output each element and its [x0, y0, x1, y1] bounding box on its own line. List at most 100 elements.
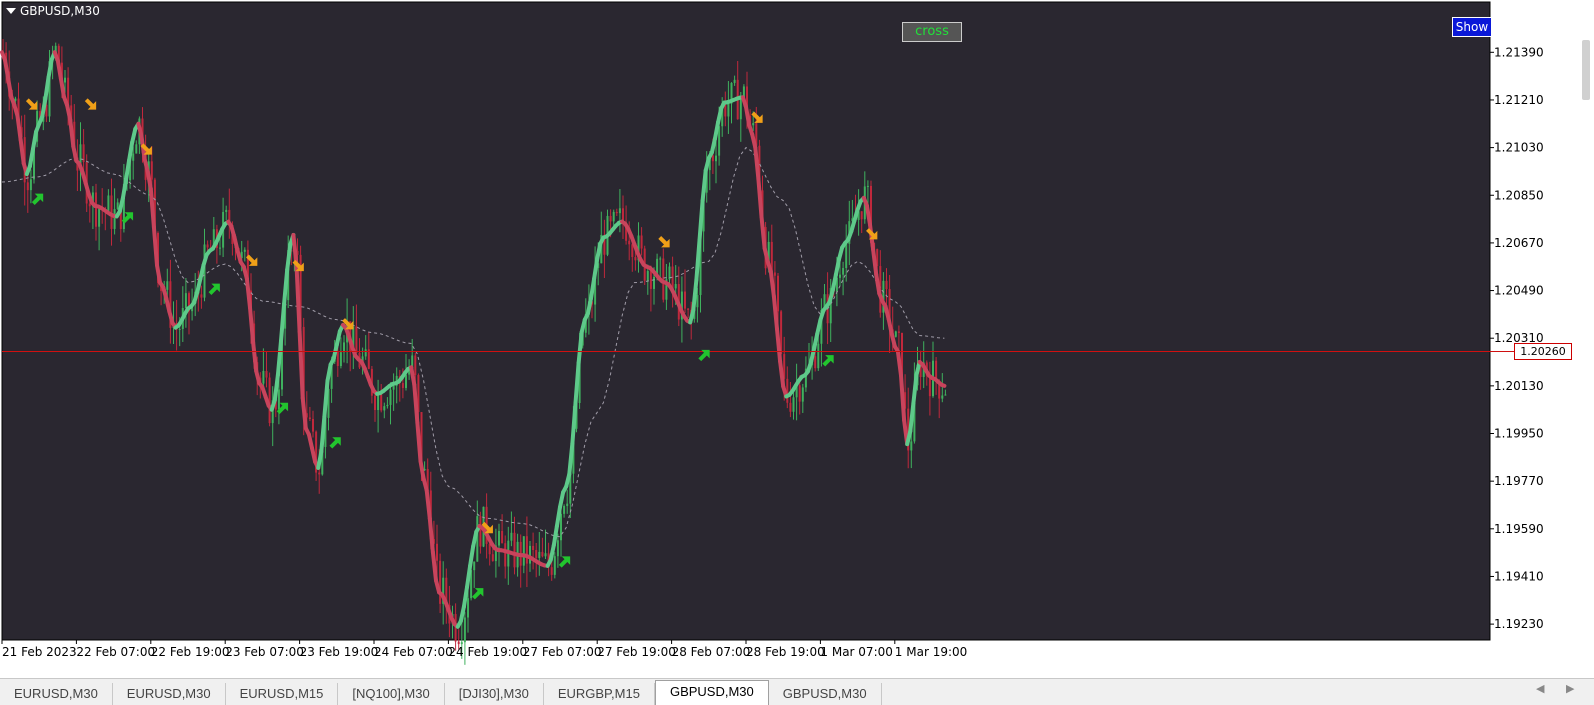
candle-body [464, 617, 466, 642]
candle-body [117, 202, 119, 209]
y-tick-label: 1.20490 [1494, 284, 1544, 298]
candle-body [473, 562, 475, 571]
y-tick-label: 1.21390 [1494, 45, 1544, 59]
candle-body [461, 642, 463, 644]
x-tick-label: 22 Feb 07:00 [76, 645, 155, 659]
cross-label: cross [902, 22, 962, 42]
tab-eurusd-m15-2[interactable]: EURUSD,M15 [226, 683, 339, 705]
candle-body [179, 329, 181, 330]
tab-gbpusd-m30-7[interactable]: GBPUSD,M30 [769, 683, 882, 705]
candle-body [941, 395, 943, 398]
candle-body [529, 546, 531, 564]
y-tick-label: 1.21030 [1494, 141, 1544, 155]
candle-body [675, 284, 677, 288]
y-tick-label: 1.20850 [1494, 188, 1544, 202]
candle-body [551, 567, 553, 575]
tab--dji30-m30-4[interactable]: [DJI30],M30 [445, 683, 544, 705]
candle-body [538, 552, 540, 558]
y-tick-label: 1.20130 [1494, 379, 1544, 393]
tab-scroll-left-icon[interactable]: ◀ [1536, 682, 1544, 695]
candle-body [30, 179, 32, 190]
candle-body [845, 244, 847, 268]
y-tick-label: 1.19950 [1494, 427, 1544, 441]
scrollbar-grip[interactable] [1582, 40, 1590, 100]
tab-eurusd-m30-0[interactable]: EURUSD,M30 [0, 683, 113, 705]
candle-body [185, 293, 187, 308]
candle-body [458, 642, 460, 645]
x-tick-label: 24 Feb 19:00 [448, 645, 527, 659]
candle-body [619, 208, 621, 213]
candle [269, 373, 271, 427]
price-chart[interactable]: 1.213901.212101.210301.208501.206701.204… [0, 0, 1594, 668]
candle-body [554, 556, 556, 575]
candle-body [386, 405, 388, 406]
candle-body [151, 161, 153, 179]
candle-body [436, 544, 438, 561]
candle-body [365, 349, 367, 356]
candle-body [777, 276, 779, 312]
x-tick-label: 27 Feb 19:00 [597, 645, 676, 659]
candle-body [696, 295, 698, 307]
y-tick-label: 1.19770 [1494, 474, 1544, 488]
candle-body [489, 544, 491, 554]
chart-window[interactable]: 1.213901.212101.210301.208501.206701.204… [0, 0, 1594, 668]
candle-body [566, 504, 568, 506]
tab-eurgbp-m15-5[interactable]: EURGBP,M15 [544, 683, 655, 705]
candle-body [27, 182, 29, 190]
candle-body [380, 392, 382, 410]
candle-body [886, 281, 888, 289]
x-tick-label: 28 Feb 07:00 [672, 645, 751, 659]
x-tick-label: 27 Feb 07:00 [523, 645, 602, 659]
candle-body [498, 531, 500, 546]
candle-body [560, 514, 562, 540]
x-tick-label: 24 Feb 07:00 [374, 645, 453, 659]
candle-body [712, 155, 714, 161]
chart-title: GBPUSD,M30 [6, 4, 100, 18]
trend-line-segment [941, 385, 944, 386]
candle-body [278, 389, 280, 409]
candle-body [318, 473, 320, 475]
candle-body [557, 540, 559, 556]
candle-body [225, 210, 227, 212]
candle-body [610, 216, 612, 221]
candle-body [200, 294, 202, 297]
candle-body [64, 78, 66, 83]
y-tick-label: 1.19230 [1494, 617, 1544, 631]
tab-scroll-right-icon[interactable]: ▶ [1566, 682, 1574, 695]
candle-body [383, 406, 385, 410]
candle-body [343, 342, 345, 352]
tab-gbpusd-m30-6[interactable]: GBPUSD,M30 [655, 680, 769, 705]
candle-body [734, 80, 736, 83]
candle-body [634, 257, 636, 260]
candle-body [861, 211, 863, 219]
candle-body [393, 386, 395, 390]
x-tick-label: 23 Feb 19:00 [300, 645, 379, 659]
candle-body [613, 212, 615, 221]
x-tick-label: 23 Feb 07:00 [225, 645, 304, 659]
candle-body [107, 195, 109, 211]
candle-body [641, 235, 643, 248]
candle-body [479, 516, 481, 546]
tab-eurusd-m30-1[interactable]: EURUSD,M30 [113, 683, 226, 705]
x-tick-label: 1 Mar 19:00 [895, 645, 968, 659]
candle-body [944, 395, 946, 396]
candle-body [752, 123, 754, 125]
candle-body [340, 352, 342, 366]
y-tick-label: 1.19590 [1494, 522, 1544, 536]
chart-title-text: GBPUSD,M30 [20, 4, 100, 18]
chart-tabs-bar: EURUSD,M30EURUSD,M30EURUSD,M15[NQ100],M3… [0, 678, 1594, 705]
candle-body [439, 561, 441, 604]
candle-body [368, 349, 370, 369]
candle-body [650, 271, 652, 289]
candle-body [545, 553, 547, 556]
collapse-triangle-icon[interactable] [6, 8, 16, 14]
candle-body [715, 156, 717, 162]
candle-body [659, 258, 661, 259]
candle-body [402, 383, 404, 388]
candle-body [98, 209, 100, 227]
candle-body [207, 244, 209, 247]
tab--nq100-m30-3[interactable]: [NQ100],M30 [338, 683, 444, 705]
candle-body [799, 385, 801, 401]
candle-body [910, 441, 912, 450]
show-button[interactable]: Show [1452, 17, 1492, 37]
